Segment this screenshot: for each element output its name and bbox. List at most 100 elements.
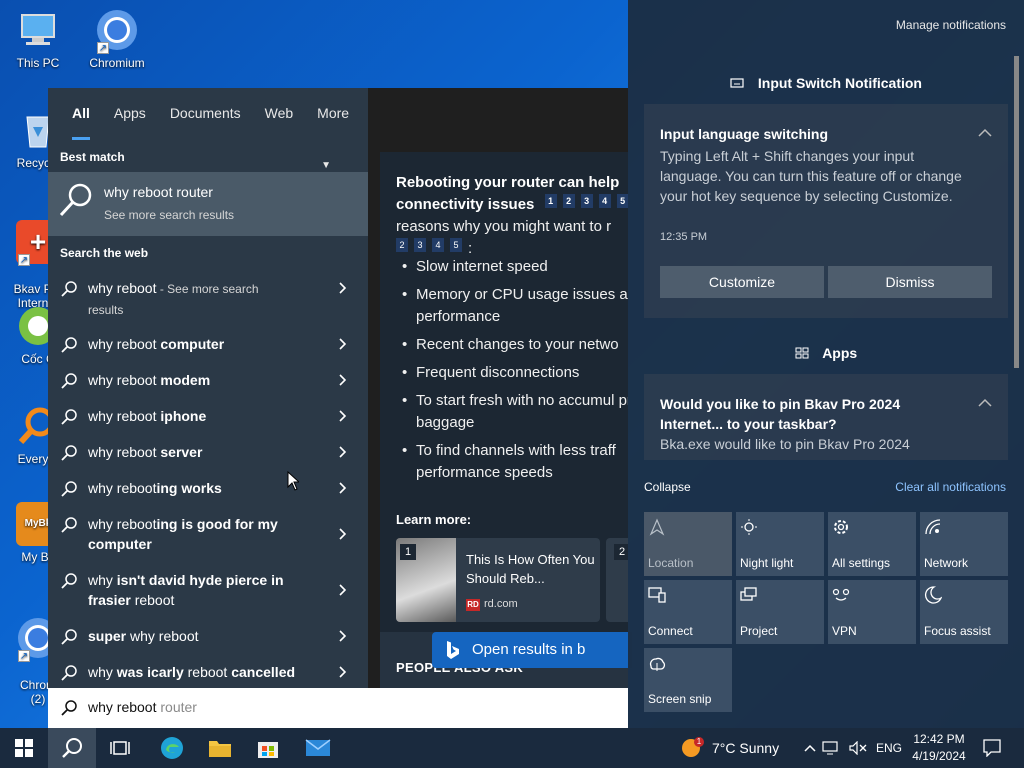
chevron-right-icon [339, 338, 347, 350]
tile-label: Location [648, 556, 694, 570]
learn-more-card[interactable]: 2 [606, 538, 628, 622]
group-title: Input Switch Notification [757, 75, 922, 91]
manage-notifications-link[interactable]: Manage notifications [896, 18, 1006, 32]
file-explorer-taskbar-button[interactable] [196, 728, 244, 768]
scrollbar-thumb[interactable] [1014, 56, 1019, 368]
weather-text[interactable]: 7°C Sunny [712, 728, 779, 768]
store-taskbar-button[interactable] [244, 728, 292, 768]
collapse-link[interactable]: Collapse [644, 480, 691, 494]
start-button[interactable] [0, 728, 48, 768]
citation-badge[interactable]: 4 [598, 194, 611, 208]
card-number: 2 [614, 544, 628, 560]
citation-badge[interactable]: 5 [450, 238, 462, 252]
task-view-button[interactable] [96, 728, 144, 768]
snip-icon [649, 657, 666, 671]
shortcut-arrow-icon: ↗ [97, 42, 109, 54]
search-input[interactable]: why reboot router [48, 688, 628, 728]
chevron-up-icon[interactable] [978, 128, 992, 138]
network-tray-button[interactable] [820, 728, 840, 768]
customize-button[interactable]: Customize [660, 266, 824, 298]
clear-all-notifications-link[interactable]: Clear all notifications [895, 480, 1006, 494]
location-icon [649, 518, 665, 536]
suggestion-suffix: results [88, 303, 124, 317]
web-suggestion[interactable]: why reboot - See more search results [48, 278, 368, 318]
chevron-up-icon[interactable] [978, 398, 992, 408]
best-match-item[interactable]: why reboot router See more search result… [48, 172, 368, 236]
clock-date: 4/19/2024 [912, 749, 966, 763]
connect-icon [648, 587, 666, 603]
citation-badge[interactable]: 4 [432, 238, 444, 252]
tile-focus-assist[interactable]: Focus assist [920, 580, 1008, 644]
citation-badge[interactable]: 2 [396, 238, 408, 252]
web-suggestion[interactable]: why was icarly reboot cancelled [48, 662, 368, 682]
search-icon [61, 281, 77, 297]
notifications-scrollbar[interactable] [1012, 44, 1020, 460]
chromium-icon: ↗ [95, 8, 139, 54]
windows-icon [15, 739, 33, 757]
citation-badge[interactable]: 2 [562, 194, 575, 208]
notification-icon [983, 739, 1001, 757]
web-suggestion[interactable]: why reboot iphone [48, 406, 368, 426]
web-suggestion[interactable]: why reboot computer [48, 334, 368, 354]
open-results-in-browser-button[interactable]: Open results in b [432, 632, 632, 668]
weather-widget[interactable] [676, 728, 706, 768]
web-suggestion[interactable]: why rebooting is good for my computer [48, 514, 368, 554]
tile-label: Project [740, 624, 778, 638]
tab-all[interactable]: All [60, 88, 102, 140]
volume-tray-button[interactable] [846, 728, 870, 768]
tile-night-light[interactable]: Night light [736, 512, 824, 576]
edge-taskbar-button[interactable] [148, 728, 196, 768]
mail-taskbar-button[interactable] [294, 728, 342, 768]
taskbar-clock[interactable]: 12:42 PM 4/19/2024 [904, 731, 974, 765]
query-suggestion: router [156, 699, 197, 715]
chevron-right-icon [339, 446, 347, 458]
tile-label: Network [924, 556, 969, 570]
moon-icon [925, 586, 942, 604]
citation-badge[interactable]: 5 [616, 194, 628, 208]
suggestion-text: why reboot [88, 444, 161, 460]
notification-pin-bkav[interactable]: Would you like to pin Bkav Pro 2024 Inte… [644, 374, 1008, 460]
suggestion-text: why [88, 664, 117, 680]
card-title: This Is How Often You Should Reb... [466, 552, 595, 586]
learn-more-card[interactable]: 1 This Is How Often You Should Reb... RD… [396, 538, 600, 622]
citation-badge[interactable]: 3 [580, 194, 593, 208]
show-hidden-icons-button[interactable] [798, 728, 822, 768]
tile-screen-snip[interactable]: Screen snip [644, 648, 732, 712]
web-suggestion[interactable]: why rebooting works [48, 478, 368, 498]
tile-project[interactable]: Project [736, 580, 824, 644]
tile-network[interactable]: Network [920, 512, 1008, 576]
web-suggestion[interactable]: why reboot modem [48, 370, 368, 390]
tile-location[interactable]: Location [644, 512, 732, 576]
card-source-text: rd.com [484, 598, 518, 610]
tile-all-settings[interactable]: All settings [828, 512, 916, 576]
web-suggestion[interactable]: why reboot server [48, 442, 368, 462]
suggestion-bold: was icarly [116, 664, 184, 680]
bullet-item: Recent changes to your netwo [402, 334, 628, 356]
desktop-icon-chromium[interactable]: ↗ Chromium [79, 8, 155, 70]
citation-badge[interactable]: 3 [414, 238, 426, 252]
chevron-right-icon [339, 282, 347, 294]
tile-connect[interactable]: Connect [644, 580, 732, 644]
desktop-icon-this-pc[interactable]: This PC [0, 8, 76, 70]
action-center-button[interactable] [972, 728, 1012, 768]
tab-web[interactable]: Web [253, 88, 306, 140]
citation-badge[interactable]: 1 [544, 194, 557, 208]
tile-vpn[interactable]: VPN [828, 580, 916, 644]
tab-more[interactable]: More ▼ [305, 88, 368, 171]
search-taskbar-button[interactable] [48, 728, 96, 768]
web-suggestion[interactable]: why isn't david hyde pierce in frasier r… [48, 570, 368, 610]
search-icon [61, 481, 77, 497]
suggestion-text: why reboot [88, 336, 161, 352]
dismiss-button[interactable]: Dismiss [828, 266, 992, 298]
chevron-right-icon [339, 482, 347, 494]
folder-icon [209, 741, 231, 757]
suggestion-bold: super [88, 628, 127, 644]
web-suggestion[interactable]: super why reboot [48, 626, 368, 646]
notification-title: Input language switching [660, 126, 828, 142]
tab-apps[interactable]: Apps [102, 88, 158, 140]
search-icon [61, 409, 77, 425]
tab-documents[interactable]: Documents [158, 88, 253, 140]
tile-label: VPN [832, 624, 857, 638]
suggestion-bold: computer [160, 336, 225, 352]
input-language-indicator[interactable]: ENG [876, 728, 902, 768]
